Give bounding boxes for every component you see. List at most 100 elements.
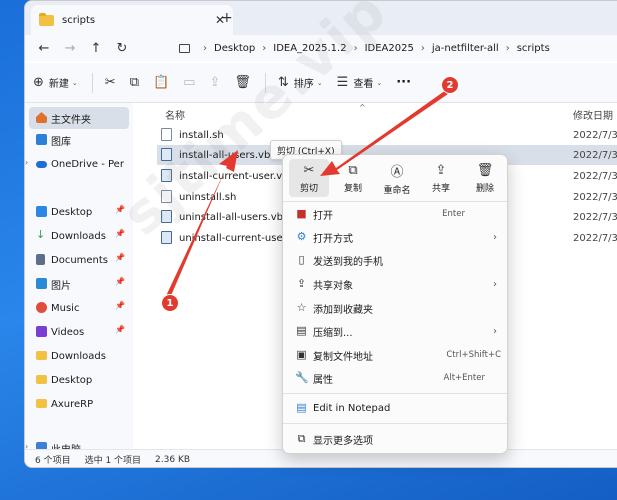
file-row[interactable]: install.sh 2022/7/31 bbox=[157, 125, 617, 145]
up-arrow-icon[interactable]: ↑ bbox=[83, 41, 109, 56]
view-label: 查看 bbox=[353, 79, 374, 90]
context-item-properties[interactable]: 🔧 属性 Alt+Enter bbox=[287, 367, 505, 389]
breadcrumb-ja-netfilter-all[interactable]: ja-netfilter-all bbox=[432, 43, 499, 54]
item-count: 6 个项目 bbox=[35, 456, 71, 466]
folder-icon bbox=[36, 351, 47, 360]
context-divider bbox=[283, 423, 507, 424]
sidebar-item-downloads[interactable]: ↓ Downloads 📌 bbox=[29, 225, 129, 247]
sidebar-item-onedrive[interactable]: › OneDrive - Per bbox=[25, 153, 129, 175]
copy-icon: ⧉ bbox=[348, 162, 358, 178]
sidebar-item-music[interactable]: Music 📌 bbox=[29, 297, 129, 319]
cut-button[interactable]: ✂ bbox=[105, 75, 116, 90]
sidebar-item-documents[interactable]: Documents 📌 bbox=[29, 249, 129, 271]
context-item-open[interactable]: ■ 打开 Enter bbox=[287, 203, 505, 225]
address-bar[interactable]: › Desktop › IDEA_2025.1.2 › IDEA2025 › j… bbox=[171, 37, 617, 59]
pin-icon: 📌 bbox=[115, 205, 125, 214]
gallery-icon bbox=[36, 134, 47, 145]
context-item-label: 发送到我的手机 bbox=[313, 256, 383, 268]
file-date: 2022/7/31 bbox=[573, 170, 617, 182]
context-item-label: 复制文件地址 bbox=[313, 351, 373, 363]
column-header-name[interactable]: 名称 bbox=[165, 107, 185, 122]
context-copy-button[interactable]: ⧉ 复制 bbox=[333, 159, 373, 197]
copy-button[interactable]: ⧉ bbox=[130, 75, 139, 90]
annotation-badge-2: 2 bbox=[441, 76, 459, 94]
context-cut-button[interactable]: ✂ 剪切 bbox=[289, 159, 329, 197]
zip-icon: ▤ bbox=[296, 324, 307, 337]
rename-icon: Ⓐ bbox=[390, 164, 404, 180]
paste-button[interactable]: 📋 bbox=[153, 75, 169, 90]
sidebar-item-axurerp[interactable]: AxureRP bbox=[29, 393, 129, 415]
file-date: 2022/7/31 bbox=[573, 149, 617, 161]
refresh-icon[interactable]: ↻ bbox=[109, 41, 135, 56]
command-bar: ⊕ 新建 ⌄ ✂ ⧉ 📋 ▭ ⇪ 🗑 ⇅ 排序 ⌄ ☰ 查看 ⌄ ··· bbox=[25, 63, 617, 103]
sidebar-item-videos[interactable]: Videos 📌 bbox=[29, 321, 129, 343]
chevron-right-icon[interactable]: › bbox=[25, 158, 28, 167]
delete-button[interactable]: 🗑 bbox=[234, 75, 251, 90]
sidebar-item-home[interactable]: 主文件夹 bbox=[29, 107, 129, 129]
sidebar-item-downloads-folder[interactable]: Downloads bbox=[29, 345, 129, 367]
back-arrow-icon[interactable]: ← bbox=[31, 41, 57, 56]
context-action-label: 共享 bbox=[431, 183, 450, 194]
sort-button[interactable]: ⇅ 排序 ⌄ bbox=[278, 75, 323, 90]
rename-button[interactable]: ▭ bbox=[183, 75, 195, 90]
context-item-add-favorites[interactable]: ☆ 添加到收藏夹 bbox=[287, 297, 505, 319]
sort-label: 排序 bbox=[293, 79, 314, 90]
context-item-copy-path[interactable]: ▣ 复制文件地址 Ctrl+Shift+C bbox=[287, 344, 505, 366]
new-button[interactable]: ⊕ 新建 ⌄ bbox=[33, 75, 78, 90]
toolbar-divider bbox=[264, 72, 266, 93]
breadcrumb-idea-2025-1-2[interactable]: IDEA_2025.1.2 bbox=[273, 43, 346, 54]
context-shortcut: Enter bbox=[442, 209, 465, 219]
pin-icon: 📌 bbox=[115, 277, 125, 286]
title-bar: scripts ✕ + bbox=[25, 1, 617, 35]
home-icon bbox=[36, 112, 47, 123]
pictures-icon bbox=[36, 278, 47, 289]
sidebar-item-desktop[interactable]: Desktop 📌 bbox=[29, 201, 129, 223]
desktop-folder-icon bbox=[36, 206, 47, 217]
chevron-right-icon: › bbox=[420, 42, 425, 54]
context-item-label: Edit in Notepad bbox=[313, 402, 391, 414]
share-button[interactable]: ⇪ bbox=[209, 75, 220, 90]
context-rename-button[interactable]: Ⓐ 重命名 bbox=[377, 159, 417, 197]
new-tab-button[interactable]: + bbox=[221, 10, 233, 26]
folder-icon bbox=[39, 12, 54, 26]
breadcrumb-idea2025[interactable]: IDEA2025 bbox=[365, 43, 414, 54]
sidebar-item-label: Documents bbox=[51, 254, 109, 266]
context-item-label: 打开方式 bbox=[313, 233, 353, 245]
script-file-icon bbox=[161, 148, 172, 161]
breadcrumb-scripts[interactable]: scripts bbox=[517, 43, 550, 54]
more-options-icon: ⧉ bbox=[297, 432, 306, 445]
context-item-compress[interactable]: ▤ 压缩到... › bbox=[287, 320, 505, 342]
chevron-right-icon: › bbox=[203, 42, 207, 54]
context-divider bbox=[283, 393, 507, 394]
context-item-show-more[interactable]: ⧉ 显示更多选项 bbox=[287, 428, 505, 450]
breadcrumb-desktop[interactable]: Desktop bbox=[214, 43, 255, 54]
context-item-open-with[interactable]: ⚙ 打开方式 › bbox=[287, 226, 505, 248]
tab-title: scripts bbox=[62, 14, 96, 26]
forward-arrow-icon[interactable]: → bbox=[57, 41, 83, 56]
context-item-label: 共享对象 bbox=[313, 280, 353, 292]
sidebar-item-gallery[interactable]: 图库 bbox=[29, 129, 129, 151]
context-shortcut: Ctrl+Shift+C bbox=[446, 350, 501, 360]
context-share-button[interactable]: ⇪ 共享 bbox=[421, 159, 461, 197]
sidebar-item-label: Downloads bbox=[51, 230, 106, 242]
more-options-button[interactable]: ··· bbox=[396, 75, 411, 90]
view-button[interactable]: ☰ 查看 ⌄ bbox=[337, 75, 383, 90]
tab-scripts[interactable]: scripts ✕ bbox=[31, 5, 233, 35]
file-date: 2022/7/31 bbox=[573, 211, 617, 223]
star-icon: ☆ bbox=[296, 301, 307, 314]
sidebar-item-label: 主文件夹 bbox=[51, 114, 91, 126]
sidebar-item-desktop-folder[interactable]: Desktop bbox=[29, 369, 129, 391]
context-delete-button[interactable]: 🗑 删除 bbox=[465, 159, 505, 197]
sidebar-item-pictures[interactable]: 图片 📌 bbox=[29, 273, 129, 295]
context-action-label: 重命名 bbox=[383, 185, 411, 196]
plus-circle-icon: ⊕ bbox=[33, 75, 44, 90]
context-item-send-to-phone[interactable]: ▯ 发送到我的手机 bbox=[287, 249, 505, 271]
wrench-icon: 🔧 bbox=[295, 371, 309, 384]
column-header-modified[interactable]: 修改日期 bbox=[573, 107, 613, 122]
context-item-edit-notepad[interactable]: ▤ Edit in Notepad bbox=[287, 397, 505, 419]
file-name: uninstall.sh bbox=[179, 191, 237, 203]
sort-icon: ⇅ bbox=[277, 75, 289, 90]
context-item-share-with[interactable]: ⇪ 共享对象 › bbox=[287, 273, 505, 295]
file-name: install-all-users.vbs bbox=[179, 149, 276, 161]
context-divider bbox=[283, 201, 507, 202]
